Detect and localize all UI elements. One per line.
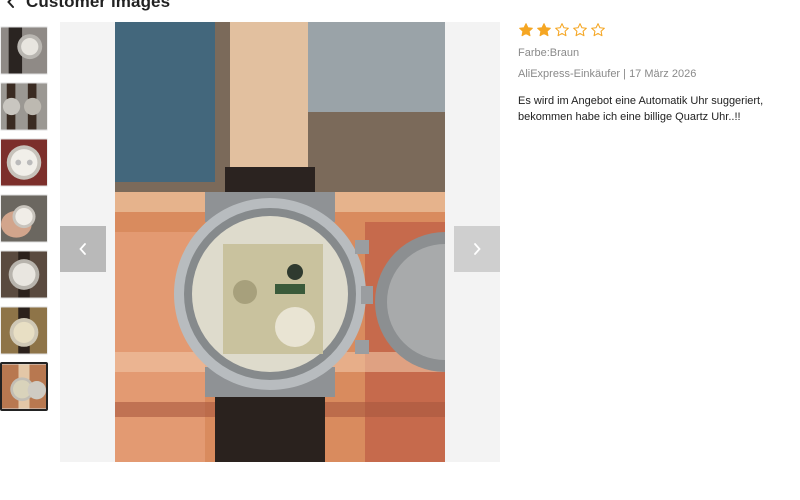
thumbnail-5[interactable]	[0, 250, 48, 299]
review-panel: Farbe:Braun AliExpress-Einkäufer | 17 Mä…	[518, 22, 788, 125]
thumbnail-1[interactable]	[0, 26, 48, 75]
header: Customer images	[6, 0, 170, 12]
star-filled-icon	[519, 23, 533, 37]
back-arrow-icon[interactable]	[6, 0, 16, 9]
next-image-button[interactable]	[454, 226, 500, 272]
thumbnail-3[interactable]	[0, 138, 48, 187]
thumbnail-list	[0, 26, 48, 418]
page-title: Customer images	[26, 0, 171, 11]
thumbnail-7-active[interactable]	[0, 362, 48, 411]
chevron-right-icon	[474, 243, 481, 255]
review-text: Es wird im Angebot eine Automatik Uhr su…	[518, 95, 764, 123]
star-empty-icon	[555, 23, 569, 37]
star-filled-icon	[537, 23, 551, 37]
author-date: AliExpress-Einkäufer | 17 März 2026	[518, 68, 697, 80]
star-empty-icon	[591, 23, 605, 37]
thumbnail-2[interactable]	[0, 82, 48, 131]
thumbnail-6[interactable]	[0, 306, 48, 355]
previous-image-button[interactable]	[60, 226, 106, 272]
image-viewer	[60, 22, 500, 462]
star-rating	[518, 22, 788, 40]
star-empty-icon	[573, 23, 587, 37]
review-photo[interactable]	[115, 22, 445, 462]
color-option: Farbe:Braun	[518, 47, 580, 59]
chevron-left-icon	[79, 243, 86, 255]
thumbnail-4[interactable]	[0, 194, 48, 243]
